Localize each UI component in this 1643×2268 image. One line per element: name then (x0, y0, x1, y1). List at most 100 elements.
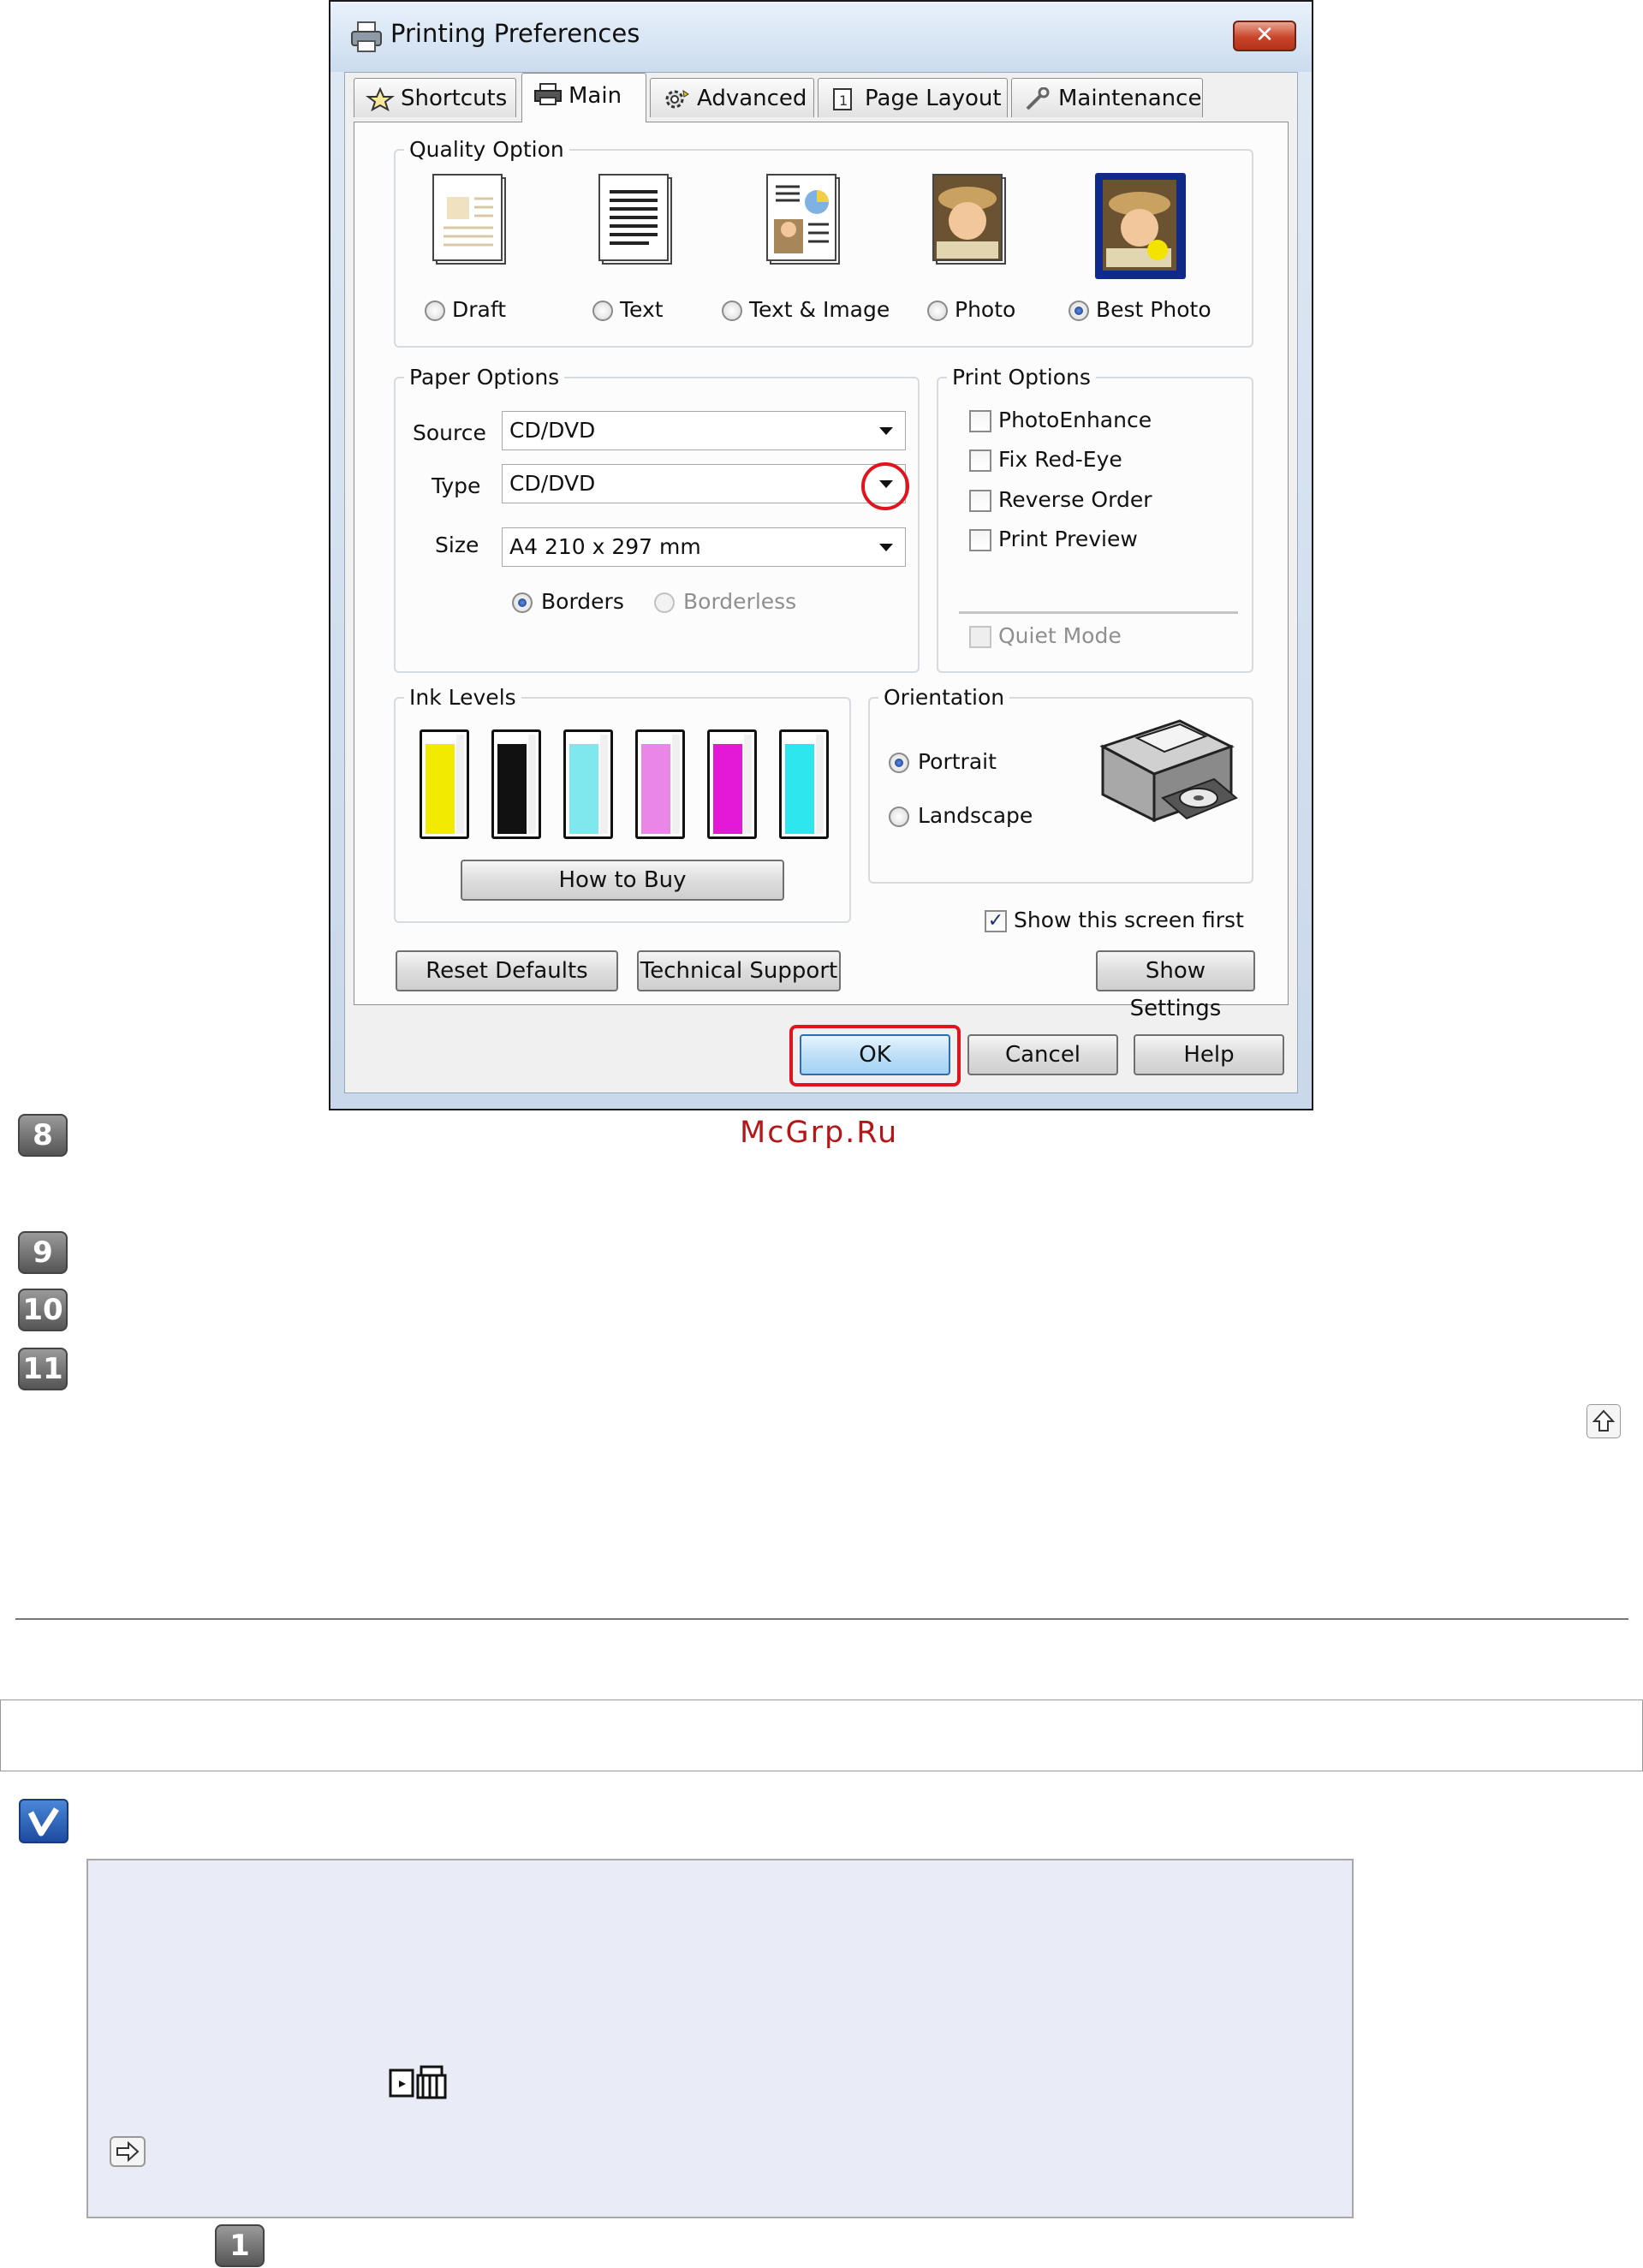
orientation-title: Orientation (884, 685, 1005, 710)
landscape-label: Landscape (918, 803, 1033, 828)
ink-fill (569, 744, 598, 834)
page-layout-icon: 1 (833, 88, 852, 110)
step-badge-9: 9 (18, 1231, 68, 1274)
text-radio[interactable] (592, 301, 613, 321)
ink-side (744, 735, 752, 834)
size-label: Size (435, 533, 479, 557)
photo-radio[interactable] (927, 301, 948, 321)
portrait-radio[interactable] (889, 753, 909, 773)
show-settings-button[interactable]: Show Settings (1096, 950, 1255, 1021)
fix-red-eye-label: Fix Red-Eye (998, 447, 1122, 472)
reverse-order-label: Reverse Order (998, 487, 1152, 512)
tab-maintenance[interactable]: Maintenance (1011, 78, 1203, 117)
ink-side (528, 735, 536, 834)
watermark: McGrp.Ru (740, 1116, 899, 1150)
back-to-top-button[interactable] (1586, 1404, 1621, 1438)
horizontal-rule (15, 1618, 1628, 1620)
tab-page-layout[interactable]: 1 Page Layout (818, 78, 1008, 117)
gear-icon (665, 89, 689, 109)
arrow-up-icon (1592, 1409, 1616, 1432)
ink-side (456, 735, 464, 834)
cancel-button[interactable]: Cancel (967, 1034, 1118, 1075)
print-preview-label: Print Preview (998, 527, 1138, 551)
star-icon (366, 87, 395, 111)
best-photo-radio[interactable] (1069, 301, 1089, 321)
ok-button[interactable]: OK (800, 1034, 950, 1075)
photoenhance-label: PhotoEnhance (998, 408, 1152, 432)
step-badge-10: 10 (18, 1289, 68, 1331)
borders-radio[interactable] (512, 592, 533, 613)
landscape-radio[interactable] (889, 807, 909, 827)
text-image-radio[interactable] (722, 301, 742, 321)
borderless-label: Borderless (683, 589, 797, 614)
ink-cartridge-yellow (420, 729, 469, 839)
printer-icon (534, 83, 562, 105)
close-button[interactable]: ✕ (1233, 21, 1296, 51)
ink-levels-title: Ink Levels (409, 685, 516, 710)
type-combo[interactable]: CD/DVD (502, 464, 906, 503)
printer-icon (351, 21, 382, 52)
draft-thumbnail-icon (432, 174, 506, 265)
tab-label: Shortcuts (401, 86, 508, 111)
ink-cartridge-black (491, 729, 541, 839)
photo-thumbnail-icon (932, 174, 1006, 265)
tab-shortcuts[interactable]: Shortcuts (354, 78, 516, 117)
reverse-order-checkbox[interactable] (969, 490, 991, 512)
chevron-down-icon (879, 427, 893, 435)
draft-radio[interactable] (425, 301, 445, 321)
best-photo-thumbnail-icon (1103, 180, 1176, 271)
note-box (86, 1859, 1354, 2218)
source-combo[interactable]: CD/DVD (502, 411, 906, 450)
source-value: CD/DVD (509, 418, 596, 443)
portrait-label: Portrait (918, 749, 997, 774)
size-combo[interactable]: A4 210 x 297 mm (502, 527, 906, 567)
print-preview-checkbox[interactable] (969, 529, 991, 551)
ink-side (672, 735, 680, 834)
ink-cartridge-magenta (707, 729, 757, 839)
dialog-title: Printing Preferences (390, 19, 640, 48)
type-label: Type (432, 473, 481, 498)
check-icon (27, 1807, 59, 1836)
print-options-title: Print Options (952, 365, 1091, 390)
ink-fill (785, 744, 814, 834)
wrench-icon (1026, 87, 1050, 110)
technical-support-button[interactable]: Technical Support (637, 950, 841, 991)
text-label: Text (620, 297, 664, 322)
show-screen-first-checkbox[interactable]: ✓ (985, 910, 1007, 932)
step-badge-8: 8 (18, 1114, 68, 1157)
paper-options-title: Paper Options (409, 365, 560, 390)
empty-outline-box (0, 1700, 1643, 1771)
fix-red-eye-checkbox[interactable] (969, 449, 991, 472)
svg-text:1: 1 (839, 92, 848, 109)
ink-cartridge-light-magenta (635, 729, 685, 839)
tab-advanced[interactable]: Advanced (650, 78, 814, 117)
how-to-buy-button[interactable]: How to Buy (461, 860, 784, 901)
photoenhance-checkbox[interactable] (969, 410, 991, 432)
tab-label: Page Layout (865, 86, 1002, 111)
ink-side (816, 735, 824, 834)
quality-option-title: Quality Option (409, 137, 564, 162)
text-image-thumbnail-icon (766, 174, 840, 265)
quiet-mode-checkbox (969, 626, 991, 648)
ink-side (600, 735, 608, 834)
arrow-right-icon[interactable] (110, 2136, 146, 2167)
show-screen-first-label: Show this screen first (1014, 908, 1244, 932)
ink-fill (713, 744, 742, 834)
reset-defaults-button[interactable]: Reset Defaults (396, 950, 618, 991)
ink-cartridge-cyan (779, 729, 829, 839)
cd-tray-icon (389, 2065, 447, 2099)
chevron-down-icon (879, 544, 893, 551)
quiet-mode-label: Quiet Mode (998, 623, 1122, 648)
printer-cd-icon (1099, 719, 1238, 823)
tab-main[interactable]: Main (521, 73, 646, 122)
step-badge-11: 11 (18, 1348, 68, 1390)
text-image-label: Text & Image (749, 297, 890, 322)
ink-fill (426, 744, 455, 834)
tab-label: Main (569, 83, 622, 109)
text-thumbnail-icon (598, 174, 672, 265)
type-dropdown-highlight-circle (861, 462, 909, 510)
divider (959, 611, 1238, 614)
title-bar[interactable]: Printing Preferences ✕ (330, 2, 1312, 72)
help-button[interactable]: Help (1134, 1034, 1284, 1075)
ink-cartridge-light-cyan (563, 729, 613, 839)
